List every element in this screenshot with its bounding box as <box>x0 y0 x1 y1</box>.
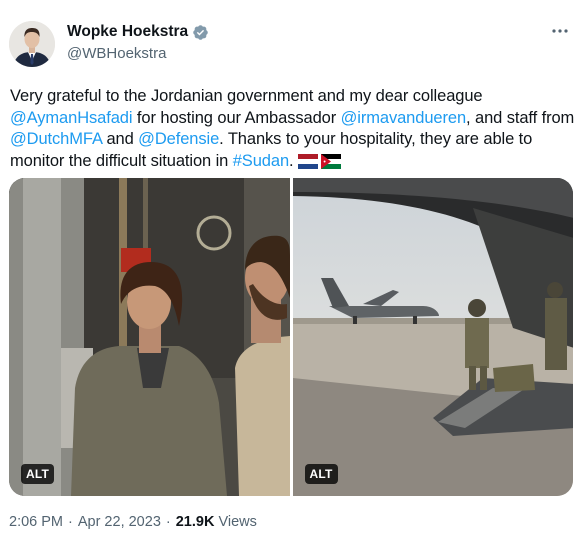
photo-right-image <box>292 178 573 496</box>
avatar-image <box>9 21 55 67</box>
alt-text-button-right[interactable]: ALT <box>304 464 338 484</box>
mention-link-defensie[interactable]: @Defensie <box>138 130 219 148</box>
avatar[interactable] <box>9 21 55 67</box>
views-count[interactable]: 21.9K <box>176 514 215 530</box>
views-label: Views <box>218 514 257 530</box>
photo-left-image <box>9 178 290 496</box>
jordan-flag-icon <box>321 153 341 176</box>
tweet-text-part: , and staff from <box>466 108 575 127</box>
mention-link-dutchmfa[interactable]: @DutchMFA <box>10 130 102 148</box>
tweet-date[interactable]: Apr 22, 2023 <box>78 514 161 530</box>
tweet-text-part: . <box>289 151 298 170</box>
mention-link-aymanhsafadi[interactable]: @AymanHsafadi <box>10 109 133 127</box>
meta-separator: · <box>165 514 171 530</box>
author-display-name[interactable]: Wopke Hoekstra <box>67 23 188 41</box>
verified-badge-icon[interactable] <box>192 24 209 41</box>
author-info: Wopke Hoekstra @WBHoekstra <box>67 23 209 62</box>
author-handle[interactable]: @WBHoekstra <box>67 45 209 62</box>
mention-link-irmavandueren[interactable]: @irmavandueren <box>341 109 467 127</box>
photo-left[interactable]: ALT <box>9 178 290 496</box>
alt-text-button-left[interactable]: ALT <box>21 464 55 484</box>
tweet-metadata: 2:06 PM · Apr 22, 2023 · 21.9K Views <box>9 514 257 530</box>
meta-separator: · <box>68 514 73 530</box>
photo-right[interactable]: ALT <box>292 178 573 496</box>
hashtag-link-sudan[interactable]: #Sudan <box>233 152 289 170</box>
author-name-row[interactable]: Wopke Hoekstra <box>67 23 209 41</box>
tweet-text-part: and <box>101 130 139 148</box>
more-options-icon[interactable] <box>550 24 570 38</box>
tweet-text-part: for hosting our Ambassador <box>132 108 341 127</box>
netherlands-flag-icon <box>298 153 318 176</box>
media-grid: ALT ALT <box>9 178 573 496</box>
tweet-text: Very grateful to the Jordanian governmen… <box>10 86 575 175</box>
tweet-text-part: Very grateful to the Jordanian governmen… <box>10 87 483 105</box>
tweet-time[interactable]: 2:06 PM <box>9 514 63 530</box>
